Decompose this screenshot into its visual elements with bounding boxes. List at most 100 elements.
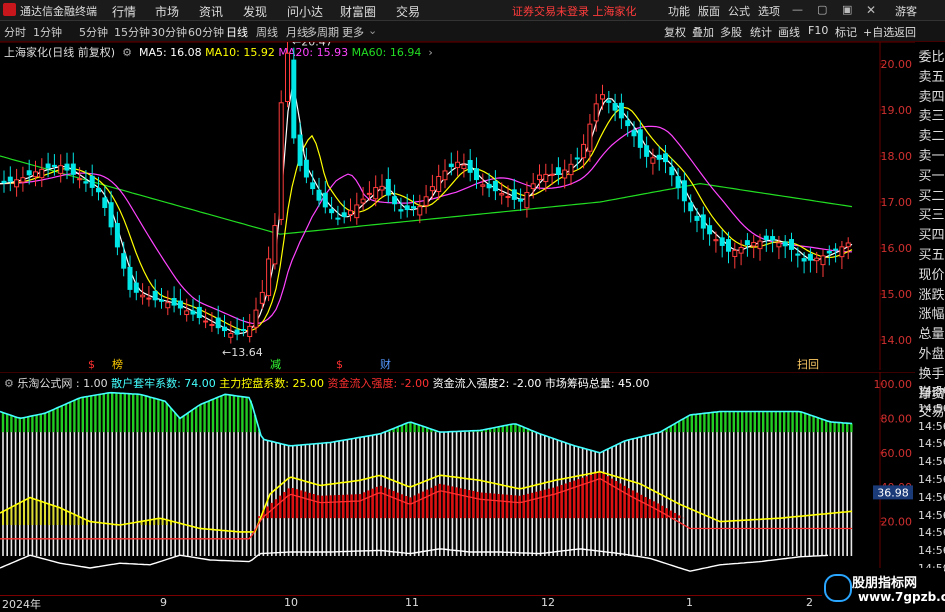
candle-body — [360, 198, 366, 204]
date-tick-4: 12 — [541, 596, 555, 609]
candle-body — [127, 266, 133, 290]
adjust-button[interactable]: 复权 — [664, 24, 686, 40]
menu-formula[interactable]: 公式 — [728, 3, 750, 19]
candle-body — [631, 130, 637, 137]
period-tab-minute[interactable]: 分时 — [4, 24, 26, 40]
date-tick-2: 10 — [284, 596, 298, 609]
menu-discover[interactable]: 发现 — [243, 3, 267, 20]
candle-body — [140, 294, 146, 298]
guest-login[interactable]: 游客 — [895, 3, 917, 19]
period-tab-5m[interactable]: 5分钟 — [79, 24, 108, 40]
side-label-2[interactable]: 卖四 — [918, 86, 945, 105]
date-tick-3: 11 — [405, 596, 419, 609]
candle-body — [833, 248, 839, 251]
candle-body — [455, 161, 461, 168]
indicator-chart[interactable]: 100.0080.0060.0040.0020.0036.98 — [0, 372, 915, 592]
menu-layout[interactable]: 版面 — [698, 3, 720, 19]
draw-line-button[interactable]: 画线 — [778, 24, 800, 40]
candle-body — [341, 212, 347, 218]
f10-button[interactable]: F10 — [808, 24, 828, 37]
restore-icon[interactable]: ▣ — [842, 3, 852, 16]
candle-body — [688, 202, 694, 212]
side-label-7[interactable]: 买二 — [918, 185, 945, 204]
date-tick-1: 9 — [160, 596, 167, 609]
menu-trade[interactable]: 交易 — [396, 3, 420, 20]
side-label-6[interactable]: 买一 — [918, 165, 945, 184]
candle-body — [461, 164, 467, 170]
candle-body — [663, 153, 668, 163]
side-label-0[interactable]: 委比 — [918, 46, 945, 65]
candle-body — [209, 323, 215, 326]
candle-body — [77, 178, 83, 181]
side-label-5[interactable]: 卖一 — [918, 145, 945, 164]
candle-body — [429, 186, 435, 192]
stats-button[interactable]: 统计 — [750, 24, 772, 40]
candle-body — [486, 183, 492, 189]
ind-tick-label: 20.00 — [881, 516, 913, 529]
candle-body — [436, 175, 442, 193]
candle-body — [121, 253, 127, 269]
menu-news[interactable]: 资讯 — [199, 3, 223, 20]
candle-body — [392, 196, 398, 205]
candle-body — [650, 157, 656, 164]
ind-tick-label: 100.00 — [874, 378, 913, 391]
menu-function[interactable]: 功能 — [668, 3, 690, 19]
candle-body — [826, 250, 832, 254]
period-tab-60m[interactable]: 60分钟 — [188, 24, 224, 40]
candle-body — [102, 197, 108, 209]
date-tick-0: 2024年 — [2, 598, 41, 611]
side-label-1[interactable]: 卖五 — [918, 66, 945, 85]
candle-body — [801, 258, 807, 262]
side-label-14[interactable]: 总量 — [918, 323, 945, 342]
overlay-button[interactable]: 叠加 — [692, 24, 714, 40]
minimize-icon[interactable]: — — [792, 3, 803, 16]
indicator-bars — [1, 392, 853, 556]
period-tab-1m[interactable]: 1分钟 — [33, 24, 62, 40]
add-watchlist-button[interactable]: +自选 — [863, 24, 894, 40]
side-label-8[interactable]: 买三 — [918, 204, 945, 223]
chevron-down-icon[interactable]: ⌄ — [368, 24, 377, 37]
menu-market[interactable]: 行情 — [112, 3, 136, 20]
candlestick-chart[interactable]: 20.00 19.00 18.00 17.00 16.00 15.00 14.00 ←20.… — [0, 42, 915, 370]
candle-body — [316, 189, 322, 201]
side-label-10[interactable]: 买五 — [918, 244, 945, 263]
price-axis: 20.00 19.00 18.00 17.00 16.00 15.00 14.00 — [881, 58, 913, 347]
side-label-12[interactable]: 涨跌 — [918, 284, 945, 303]
ma20-path — [0, 125, 852, 325]
menu-ask[interactable]: 问小达 — [287, 3, 323, 20]
period-tab-15m[interactable]: 15分钟 — [114, 24, 150, 40]
back-button[interactable]: 返回 — [894, 24, 916, 40]
period-tab-more[interactable]: 更多 — [342, 24, 364, 40]
menu-wealth[interactable]: 财富圈 — [340, 3, 376, 20]
period-tab-weekly[interactable]: 周线 — [256, 24, 278, 40]
side-label-13[interactable]: 涨幅 — [918, 303, 945, 322]
side-label-16[interactable]: 换手 — [918, 363, 945, 382]
candle-body — [329, 208, 335, 214]
close-icon[interactable]: ✕ — [866, 3, 876, 17]
side-label-3[interactable]: 卖三 — [918, 105, 945, 124]
candle-body — [51, 164, 57, 167]
maximize-icon[interactable]: ▢ — [817, 3, 827, 16]
period-tab-multi[interactable]: 多周期 — [306, 24, 339, 40]
trade-notice[interactable]: 证券交易未登录 上海家化 — [512, 3, 637, 19]
side-label-9[interactable]: 买四 — [918, 224, 945, 243]
candle-body — [518, 198, 524, 202]
candle-body — [70, 163, 76, 175]
side-label-15[interactable]: 外盘 — [918, 343, 945, 362]
candle-body — [448, 163, 454, 168]
date-tick-6: 2 — [806, 596, 813, 609]
candle-body — [20, 177, 26, 183]
candle-body — [14, 179, 20, 188]
period-tab-30m[interactable]: 30分钟 — [151, 24, 187, 40]
mark-button[interactable]: 标记 — [835, 24, 857, 40]
multi-stock-button[interactable]: 多股 — [720, 24, 742, 40]
side-label-4[interactable]: 卖二 — [918, 125, 945, 144]
candle-body — [770, 236, 776, 241]
period-tab-monthly[interactable]: 月线 — [286, 24, 308, 40]
menu-market-2[interactable]: 市场 — [155, 3, 179, 20]
menu-options[interactable]: 选项 — [758, 3, 780, 19]
candle-body — [108, 202, 114, 228]
period-tab-daily[interactable]: 日线 — [226, 24, 248, 40]
side-label-11[interactable]: 现价 — [918, 264, 945, 283]
candle-body — [423, 196, 429, 206]
